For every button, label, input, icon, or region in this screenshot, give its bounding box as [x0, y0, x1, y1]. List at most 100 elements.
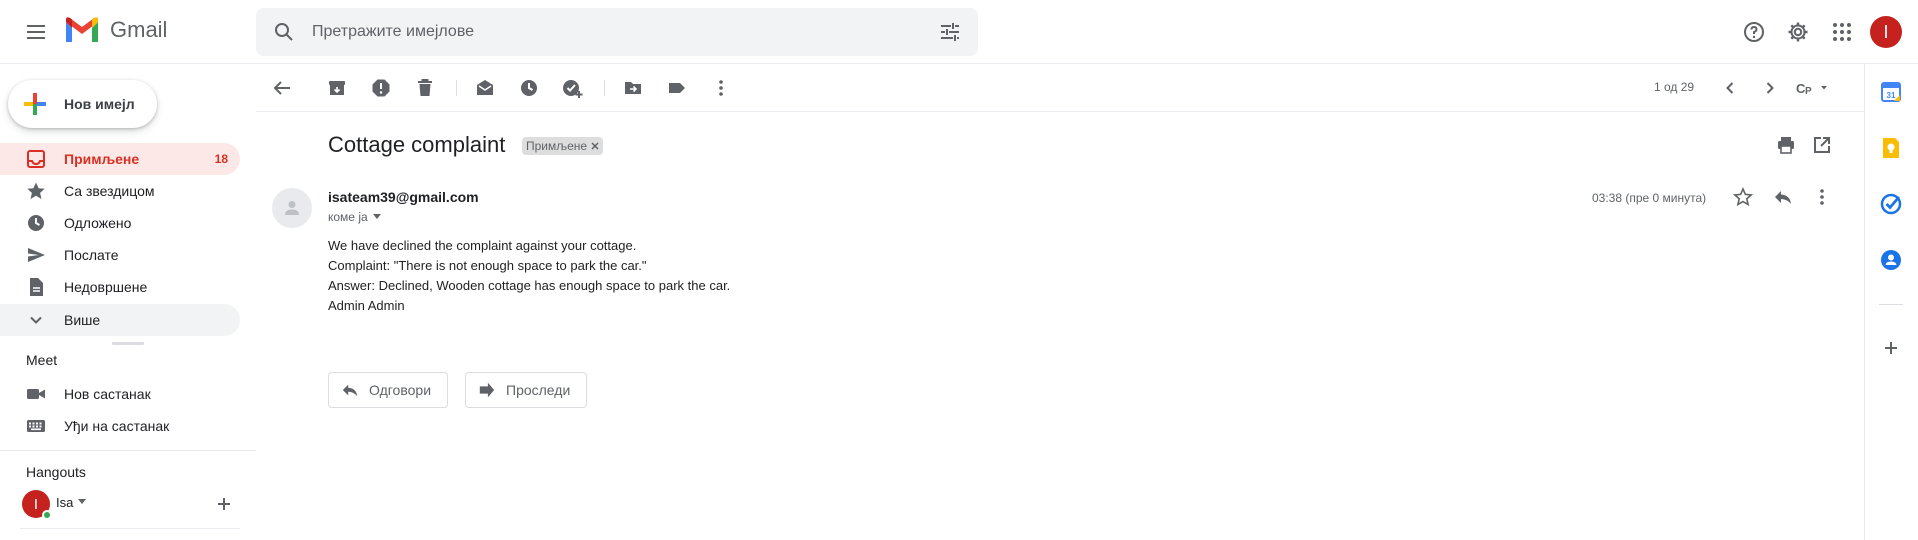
- more-vert-icon[interactable]: [709, 76, 733, 100]
- sidebar-item-label: Одложено: [64, 215, 132, 231]
- inbox-icon: [26, 149, 46, 169]
- back-icon[interactable]: [270, 76, 294, 100]
- help-button[interactable]: [1734, 12, 1774, 52]
- next-page-icon[interactable]: [1758, 76, 1782, 100]
- sidebar-item-more[interactable]: Више: [0, 304, 240, 336]
- sidebar-item-join-meeting[interactable]: Уђи на састанак: [0, 410, 240, 442]
- clock-icon: [26, 213, 46, 233]
- report-spam-icon[interactable]: [369, 76, 393, 100]
- archive-icon[interactable]: [325, 76, 349, 100]
- contacts-icon[interactable]: [1879, 248, 1903, 272]
- gmail-m-icon: [64, 16, 100, 44]
- add-addon-icon[interactable]: [1879, 336, 1903, 360]
- sidebar-item-label: Примљене: [64, 151, 140, 167]
- main-menu-button[interactable]: [16, 12, 56, 52]
- sidebar-item-inbox[interactable]: Примљене 18: [0, 143, 240, 175]
- forward-label: Проследи: [506, 382, 571, 398]
- inbox-label-chip[interactable]: Примљене: [522, 137, 604, 155]
- top-header: Gmail I: [0, 0, 1918, 64]
- send-icon: [26, 245, 46, 265]
- message-toolbar: CP: [256, 64, 1864, 112]
- search-icon[interactable]: [272, 20, 296, 44]
- section-divider: [20, 528, 240, 529]
- delete-icon[interactable]: [413, 76, 437, 100]
- online-status-dot: [42, 510, 52, 520]
- calendar-icon[interactable]: 31: [1879, 80, 1903, 104]
- forward-button[interactable]: Проследи: [465, 372, 588, 408]
- sidebar-item-label: Уђи на састанак: [64, 418, 170, 434]
- sidebar-item-starred[interactable]: Са звездицом: [0, 175, 240, 207]
- search-bar: [256, 8, 978, 56]
- sidebar-item-sent[interactable]: Послате: [0, 239, 240, 271]
- forward-icon: [478, 381, 496, 399]
- recipient-details[interactable]: коме ја: [328, 210, 382, 224]
- sidebar-item-label: Са звездицом: [64, 183, 155, 199]
- reply-label: Одговори: [369, 382, 432, 398]
- message-timestamp: 03:38 (пре 0 минута): [1592, 191, 1707, 205]
- add-icon[interactable]: [214, 494, 234, 514]
- keep-icon[interactable]: [1879, 136, 1903, 160]
- snooze-icon[interactable]: [517, 76, 541, 100]
- move-to-icon[interactable]: [621, 76, 645, 100]
- compose-plus-icon: [22, 91, 48, 117]
- account-avatar[interactable]: I: [1870, 16, 1902, 48]
- add-task-icon[interactable]: [561, 76, 585, 100]
- prev-page-icon[interactable]: [1718, 76, 1742, 100]
- sidebar-item-label: Више: [64, 312, 101, 328]
- chevron-down-icon: [26, 310, 46, 330]
- pagination-text: 1 од 29: [1654, 80, 1695, 94]
- app-name: Gmail: [110, 17, 168, 42]
- tune-icon[interactable]: [938, 20, 962, 44]
- sidebar-item-label: Послате: [64, 247, 119, 263]
- caret-down-icon[interactable]: [372, 214, 382, 220]
- print-icon[interactable]: [1776, 135, 1796, 155]
- settings-icon: [1786, 20, 1810, 44]
- sidebar-item-new-meeting[interactable]: Нов састанак: [0, 378, 240, 410]
- hangouts-section-title: Hangouts: [26, 464, 86, 480]
- message-body-line: Answer: Declined, Wooden cottage has eno…: [328, 278, 731, 293]
- sender-email[interactable]: isateam39@gmail.com: [328, 189, 479, 205]
- section-divider: [0, 450, 256, 451]
- sidebar-resize-grip[interactable]: [112, 342, 144, 345]
- apps-button[interactable]: [1822, 12, 1862, 52]
- label-icon[interactable]: [665, 76, 689, 100]
- gmail-logo[interactable]: Gmail: [64, 16, 167, 44]
- caret-down-icon[interactable]: [78, 499, 86, 505]
- apps-icon: [1830, 20, 1854, 44]
- message-body-line: Complaint: "There is not enough space to…: [328, 258, 647, 273]
- more-vert-icon[interactable]: [1812, 187, 1832, 207]
- reply-icon[interactable]: [1773, 187, 1793, 207]
- sidebar-item-snoozed[interactable]: Одложено: [0, 207, 240, 239]
- open-in-new-window-icon[interactable]: [1812, 135, 1832, 155]
- reply-button[interactable]: Одговори: [328, 372, 449, 408]
- mark-unread-icon[interactable]: [473, 76, 497, 100]
- remove-label-icon[interactable]: [591, 142, 599, 150]
- svg-text:31: 31: [1887, 91, 1896, 100]
- help-icon: [1742, 20, 1766, 44]
- sender-avatar[interactable]: [272, 188, 312, 228]
- meet-section-title: Meet: [26, 352, 58, 368]
- settings-button[interactable]: [1778, 12, 1818, 52]
- sidebar-item-drafts[interactable]: Недовршене: [0, 271, 240, 303]
- reply-icon: [341, 381, 359, 399]
- tasks-icon[interactable]: [1879, 192, 1903, 216]
- menu-icon: [24, 20, 48, 44]
- side-panel: 31: [1864, 64, 1918, 540]
- message-body-line: We have declined the complaint against y…: [328, 238, 637, 253]
- input-tools-icon[interactable]: CP: [1794, 76, 1834, 100]
- compose-button[interactable]: Нов имејл: [8, 80, 157, 128]
- unread-count: 18: [214, 152, 228, 166]
- toolbar-divider: [456, 80, 457, 96]
- hangouts-user-name[interactable]: Isa: [56, 495, 73, 510]
- recipient-text: коме ја: [328, 210, 368, 224]
- search-input[interactable]: [312, 20, 872, 44]
- star-icon[interactable]: [1733, 187, 1753, 207]
- person-icon: [282, 198, 302, 218]
- message-subject: Cottage complaint: [328, 132, 506, 157]
- compose-label: Нов имејл: [64, 96, 135, 112]
- sidebar-item-label: Нов састанак: [64, 386, 151, 402]
- sidebar-item-label: Недовршене: [64, 279, 148, 295]
- star-icon: [26, 181, 46, 201]
- side-panel-divider: [1879, 304, 1903, 305]
- keyboard-icon: [26, 416, 46, 436]
